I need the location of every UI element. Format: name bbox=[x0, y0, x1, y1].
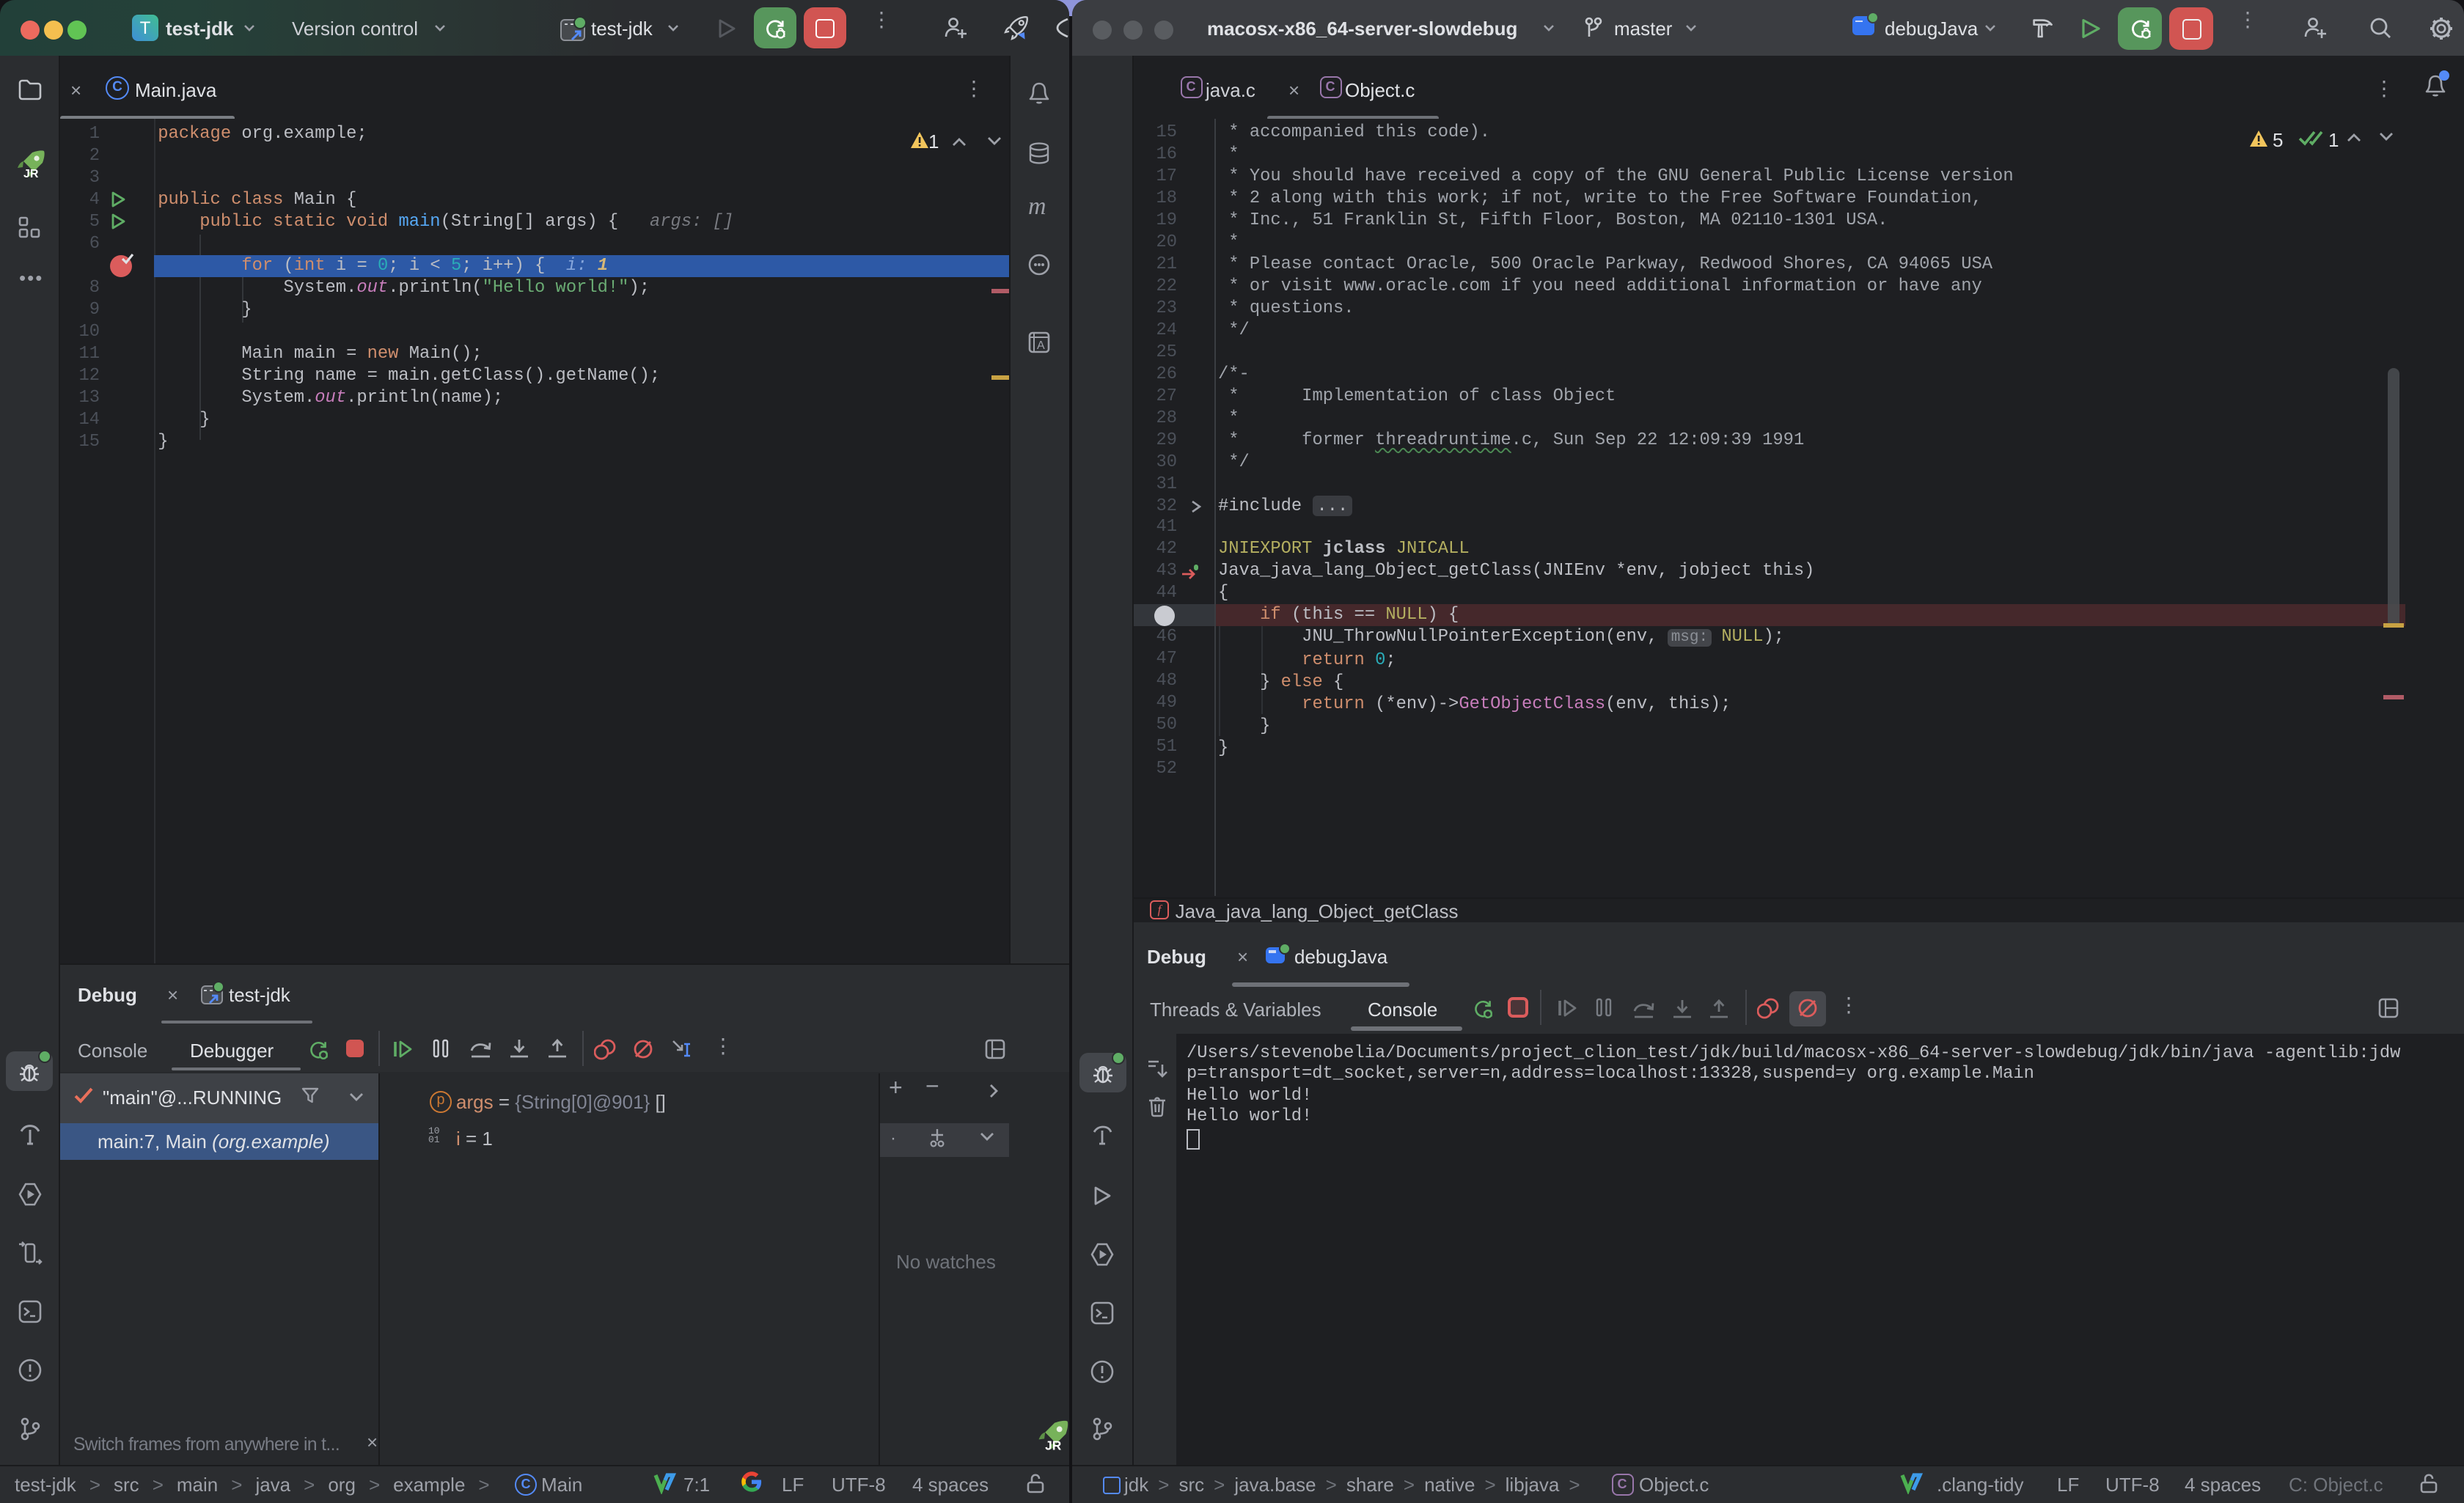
svg-text:A: A bbox=[1037, 339, 1045, 352]
svg-text:JR: JR bbox=[23, 168, 39, 180]
svg-text:JR: JR bbox=[1045, 1438, 1062, 1453]
